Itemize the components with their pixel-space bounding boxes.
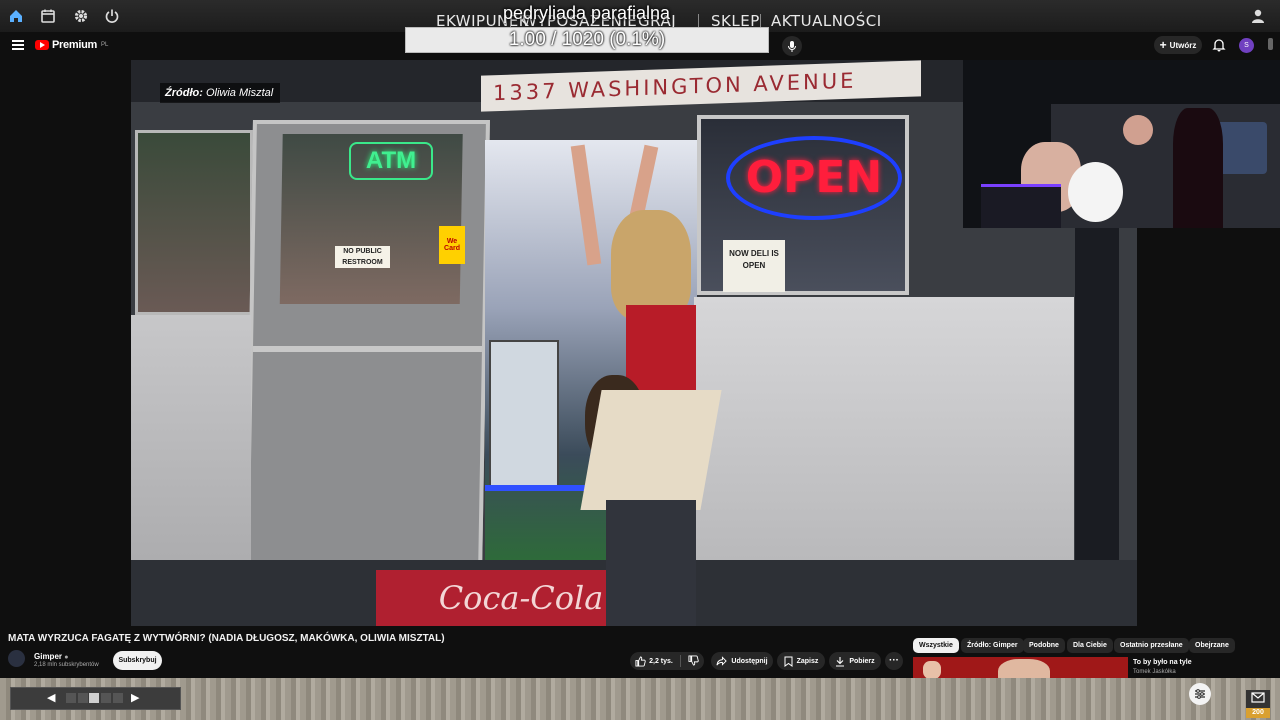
hamburger-menu-icon[interactable] xyxy=(12,40,24,50)
channel-name-text: Gimper xyxy=(34,652,63,661)
nav-slot-active[interactable] xyxy=(89,693,99,703)
plus-icon: + xyxy=(1159,38,1167,52)
filter-settings-button[interactable] xyxy=(1189,683,1211,705)
create-button[interactable]: + Utwórz xyxy=(1154,36,1202,54)
open-neon-sign: OPEN xyxy=(726,136,902,220)
download-label: Pobierz xyxy=(849,657,875,665)
we-card-sign: We Card xyxy=(439,226,465,264)
microphone-icon xyxy=(788,40,796,52)
sliders-icon xyxy=(1195,689,1205,699)
like-count: 2,2 tys. xyxy=(649,657,673,665)
save-label: Zapisz xyxy=(796,657,819,665)
youtube-logo[interactable]: Premium PL xyxy=(35,39,108,51)
recommended-video-title[interactable]: To by było na tyle xyxy=(1133,659,1192,666)
chip-all[interactable]: Wszystkie xyxy=(913,638,959,653)
chip-for-you[interactable]: Dla Ciebie xyxy=(1067,638,1113,653)
profile-icon[interactable] xyxy=(1248,6,1268,26)
stream-title: pedryliada parafialna xyxy=(502,3,671,23)
channel-avatar[interactable] xyxy=(8,650,25,667)
video-title: MATA WYRZUCA FAGATĘ Z WYTWÓRNI? (NADIA D… xyxy=(8,633,445,644)
progress-counter: 1.00 / 1020 (0.1%) xyxy=(405,27,769,53)
envelope-icon xyxy=(1251,692,1265,703)
chip-source-gimper[interactable]: Źródło: Gimper xyxy=(961,638,1024,653)
shop-window-left xyxy=(135,130,253,315)
chip-watched[interactable]: Obejrzane xyxy=(1189,638,1235,653)
dancing-woman xyxy=(570,144,722,626)
share-label: Udostępnij xyxy=(731,657,768,665)
account-avatar[interactable]: S xyxy=(1239,38,1254,53)
recommended-video-thumbnail[interactable] xyxy=(913,657,1128,678)
nav-slot[interactable] xyxy=(101,693,111,703)
like-dislike-group: 2,2 tys. xyxy=(630,652,704,670)
more-actions-button[interactable]: ··· xyxy=(885,652,903,670)
atm-neon-sign: ATM xyxy=(349,142,433,180)
logo-text: Premium xyxy=(52,39,97,51)
no-restroom-sign: NO PUBLIC RESTROOM xyxy=(335,246,390,268)
streamer-webcam xyxy=(963,60,1280,228)
page-scrollbar[interactable] xyxy=(1268,38,1273,50)
source-credit: Źródło: Oliwia Misztal xyxy=(160,83,280,103)
chip-recently-uploaded[interactable]: Ostatnio przesłane xyxy=(1114,638,1189,653)
more-dots-icon: ··· xyxy=(889,655,899,666)
subscriber-count: 2,18 mln subskrybentów xyxy=(34,662,99,668)
source-label: Źródło: xyxy=(165,87,203,99)
save-button[interactable]: Zapisz xyxy=(777,652,825,670)
nav-slot[interactable] xyxy=(66,693,76,703)
youtube-play-icon xyxy=(35,40,49,50)
source-name: Oliwia Misztal xyxy=(205,87,274,99)
chip-similar[interactable]: Podobne xyxy=(1023,638,1065,653)
game-bottom-strip xyxy=(0,678,1280,720)
open-door xyxy=(245,120,490,575)
verified-badge-icon: ● xyxy=(64,654,69,661)
next-arrow-icon[interactable]: ▶ xyxy=(131,691,139,704)
previous-arrow-icon[interactable]: ◀ xyxy=(47,691,55,704)
page-background xyxy=(0,60,131,626)
channel-name[interactable]: Gimper ● xyxy=(34,652,68,661)
storefront-wall-left xyxy=(131,315,251,595)
logo-region: PL xyxy=(100,42,109,48)
mail-count-badge: 200 xyxy=(1246,708,1270,718)
voice-search-button[interactable] xyxy=(782,36,802,56)
recommended-video-channel[interactable]: Tomek Jaskółka xyxy=(1133,669,1176,675)
create-label: Utwórz xyxy=(1169,40,1197,50)
thumbs-down-icon xyxy=(688,654,699,666)
bookmark-icon xyxy=(784,656,793,667)
share-icon xyxy=(716,656,728,666)
deli-sign: NOW DELI IS OPEN xyxy=(723,240,785,292)
storefront-wall xyxy=(694,297,1074,597)
like-button[interactable]: 2,2 tys. xyxy=(635,655,673,667)
dislike-button[interactable] xyxy=(688,654,699,668)
download-icon xyxy=(836,656,845,667)
share-button[interactable]: Udostępnij xyxy=(711,652,773,670)
page-background-right xyxy=(1137,228,1280,626)
download-button[interactable]: Pobierz xyxy=(829,652,881,670)
like-divider xyxy=(679,655,681,667)
subscribe-button[interactable]: Subskrybuj xyxy=(113,651,162,670)
notifications-bell-icon[interactable] xyxy=(1212,38,1226,52)
nav-slot[interactable] xyxy=(113,693,123,703)
thumbs-up-icon xyxy=(635,655,646,667)
nav-slot[interactable] xyxy=(78,693,88,703)
